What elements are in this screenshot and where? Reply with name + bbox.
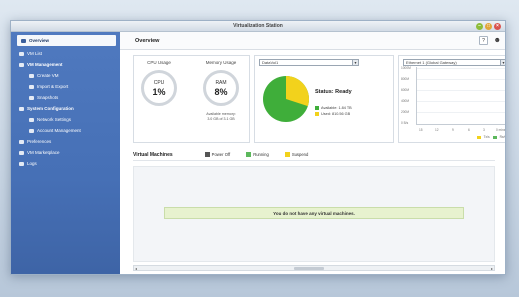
scroll-left-icon[interactable]: ◂ [135, 266, 137, 271]
sidebar-item-logs[interactable]: Logs [11, 158, 120, 169]
minimize-button[interactable]: – [476, 23, 483, 30]
storage-pie-chart [263, 76, 309, 122]
memory-usage-label: Memory Usage [205, 60, 237, 65]
management-icon [19, 62, 24, 67]
sidebar-item-import-export[interactable]: Import & Export [11, 81, 120, 92]
vm-section-header: Virtual Machines Power Off Running Suspe… [133, 149, 495, 161]
maximize-button[interactable]: □ [485, 23, 492, 30]
user-icon: ☻ [493, 37, 501, 44]
sidebar-item-system-configuration[interactable]: System Configuration [11, 103, 120, 114]
network-adapter-select[interactable]: Ethernet 1 (Global Gateway) ▼ [403, 59, 506, 66]
chevron-down-icon: ▼ [352, 60, 358, 65]
y-tick: 1000M [401, 66, 411, 70]
import-export-icon [29, 84, 34, 89]
rx-swatch [492, 135, 497, 139]
cpu-gauge-name: CPU [153, 80, 165, 86]
x-tick: 12 [435, 128, 439, 132]
sidebar-item-preferences[interactable]: Preferences [11, 136, 120, 147]
network-graph [416, 67, 505, 125]
cpu-usage-label: CPU Usage [147, 60, 171, 65]
main-header: Overview ? ☻ [120, 32, 505, 50]
sidebar-item-network-settings[interactable]: Network Settings [11, 114, 120, 125]
vm-legend-running: Running [246, 152, 269, 157]
tx-swatch [476, 135, 481, 139]
app-window: Virtualization Station – □ × Overview VM… [10, 20, 506, 275]
create-icon [29, 73, 34, 78]
logs-icon [19, 161, 24, 166]
storage-available-legend: Available: 1.84 TB [315, 106, 352, 110]
chevron-down-icon: ▼ [500, 60, 506, 65]
page-title: Overview [135, 38, 160, 44]
power-off-swatch [204, 152, 210, 157]
sidebar-item-vm-list[interactable]: VM List [11, 48, 120, 59]
used-swatch [315, 112, 319, 116]
scroll-right-icon[interactable]: ▸ [491, 266, 493, 271]
vm-list-area: You do not have any virtual machines. [133, 166, 495, 262]
help-button[interactable]: ? [479, 36, 488, 45]
network-adapter-value: Ethernet 1 (Global Gateway) [406, 60, 457, 65]
y-tick: 200M [401, 110, 409, 114]
ram-available-detail: 3.0 GB of 3.1 GB [207, 117, 235, 121]
storage-volume-value: DataVol1 [262, 60, 279, 65]
available-swatch [315, 106, 319, 110]
x-tick: 3 [483, 128, 485, 132]
running-swatch [246, 152, 252, 157]
storage-status: Status: Ready [315, 89, 352, 95]
x-tick: 9 [452, 128, 454, 132]
marketplace-icon [19, 150, 24, 155]
preferences-icon [19, 139, 24, 144]
resource-usage-panel: CPU Usage CPU 1% Memory Usage RAM 8% Ava… [133, 55, 250, 143]
overview-icon [21, 38, 26, 43]
cpu-gauge: CPU 1% [141, 70, 177, 106]
ram-gauge-value: 8% [214, 87, 228, 97]
sidebar: Overview VM List VM Management Create VM… [11, 32, 120, 274]
config-icon [19, 106, 24, 111]
cpu-gauge-value: 1% [152, 87, 166, 97]
network-legend: Tx/s Rx/s [476, 135, 505, 139]
network-icon [29, 117, 34, 122]
x-tick: 15 [419, 128, 423, 132]
account-icon [29, 128, 34, 133]
window-title: Virtualization Station [233, 23, 283, 29]
close-button[interactable]: × [494, 23, 501, 30]
main-content: Overview ? ☻ CPU Usage CPU 1% Memory Usa… [120, 32, 505, 274]
sidebar-item-vm-management[interactable]: VM Management [11, 59, 120, 70]
sidebar-item-overview[interactable]: Overview [17, 35, 116, 46]
sidebar-item-vm-marketplace[interactable]: VM Marketplace [11, 147, 120, 158]
sidebar-item-snapshots[interactable]: Snapshots [11, 92, 120, 103]
sidebar-item-account-management[interactable]: Account Management [11, 125, 120, 136]
vm-legend-power-off: Power Off [204, 152, 230, 157]
y-tick: 800M [401, 77, 409, 81]
scrollbar-thumb[interactable] [294, 267, 324, 270]
storage-used-legend: Used: 810.56 GB [315, 112, 350, 116]
suspend-swatch [284, 152, 290, 157]
snapshot-icon [29, 95, 34, 100]
empty-vm-message: You do not have any virtual machines. [164, 207, 464, 219]
vm-legend-suspend: Suspend [284, 152, 308, 157]
y-tick: 0 B/s [401, 121, 409, 125]
storage-volume-select[interactable]: DataVol1 ▼ [259, 59, 359, 66]
storage-panel: DataVol1 ▼ Status: Ready Available: 1.84… [254, 55, 394, 143]
network-panel: Ethernet 1 (Global Gateway) ▼ 1000M 800M… [398, 55, 506, 143]
x-tick: 0 mins [496, 128, 506, 132]
title-bar: Virtualization Station – □ × [11, 21, 505, 32]
sidebar-item-create-vm[interactable]: Create VM [11, 70, 120, 81]
ram-gauge: RAM 8% [203, 70, 239, 106]
horizontal-scrollbar[interactable]: ◂ ▸ [133, 265, 495, 271]
vm-section-title: Virtual Machines [133, 151, 173, 158]
user-menu-button[interactable]: ☻ [494, 36, 501, 45]
list-icon [19, 51, 24, 56]
y-tick: 400M [401, 99, 409, 103]
x-tick: 6 [468, 128, 470, 132]
y-tick: 600M [401, 88, 409, 92]
ram-available: Available memory: 3.0 GB of 3.1 GB [194, 112, 248, 122]
ram-gauge-name: RAM [215, 80, 227, 86]
